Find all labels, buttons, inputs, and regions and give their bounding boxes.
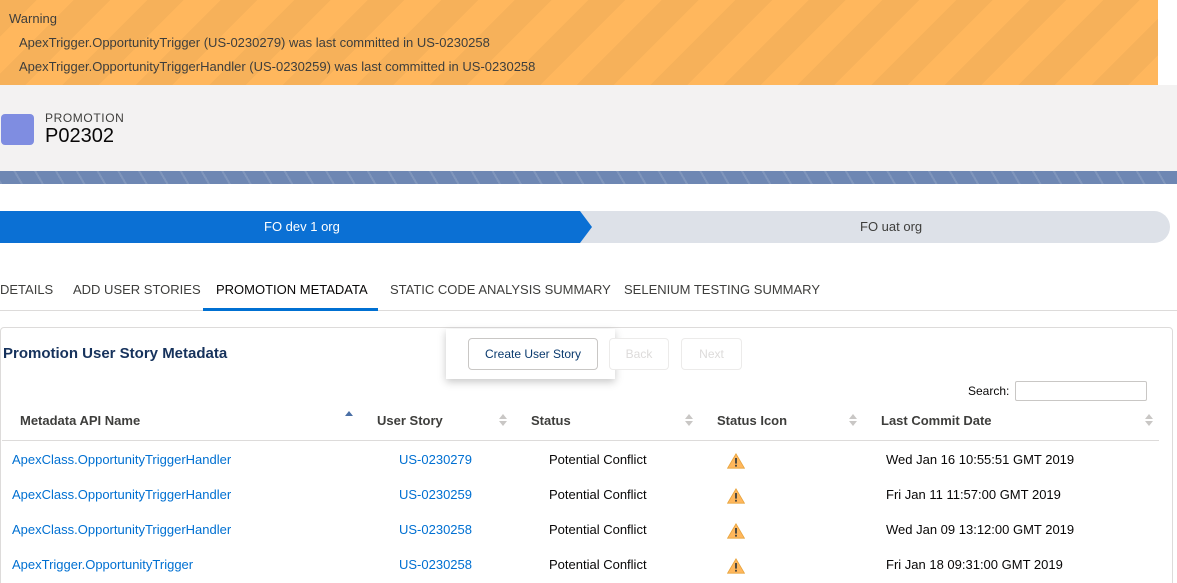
table-row: ApexClass.OpportunityTriggerHandler US-0… xyxy=(0,452,1177,487)
last-commit-date: Fri Jan 18 09:31:00 GMT 2019 xyxy=(886,557,1063,572)
column-header-metadata-api-name[interactable]: Metadata API Name xyxy=(20,413,140,428)
last-commit-date: Wed Jan 16 10:55:51 GMT 2019 xyxy=(886,452,1075,467)
warning-icon xyxy=(727,523,745,539)
warning-message: ApexTrigger.OpportunityTriggerHandler (U… xyxy=(19,59,536,74)
warning-icon xyxy=(727,453,745,469)
record-name: P02302 xyxy=(45,125,114,147)
user-story-link[interactable]: US-0230258 xyxy=(399,522,472,537)
decorative-band xyxy=(0,171,1177,184)
sort-icon[interactable] xyxy=(499,413,507,427)
metadata-api-name-link[interactable]: ApexClass.OpportunityTriggerHandler xyxy=(12,522,231,537)
warning-banner: Warning ApexTrigger.OpportunityTrigger (… xyxy=(0,0,1158,85)
warning-message: ApexTrigger.OpportunityTrigger (US-02302… xyxy=(19,35,490,50)
tab-details[interactable]: DETAILS xyxy=(0,282,53,297)
promotion-path: FO dev 1 org FO uat org xyxy=(0,211,1170,243)
path-stage-label: FO uat org xyxy=(860,219,923,234)
user-story-link[interactable]: US-0230259 xyxy=(399,487,472,502)
column-header-status-icon[interactable]: Status Icon xyxy=(717,413,787,428)
column-header-status[interactable]: Status xyxy=(531,413,571,428)
sort-icon[interactable] xyxy=(685,413,693,427)
user-story-link[interactable]: US-0230258 xyxy=(399,557,472,572)
back-button[interactable]: Back xyxy=(609,338,669,370)
column-header-user-story[interactable]: User Story xyxy=(377,413,443,428)
tab-promotion-metadata[interactable]: PROMOTION METADATA xyxy=(216,282,368,297)
warning-icon xyxy=(727,488,745,504)
status-text: Potential Conflict xyxy=(549,487,647,502)
warning-icon xyxy=(727,558,745,574)
status-text: Potential Conflict xyxy=(549,522,647,537)
status-text: Potential Conflict xyxy=(549,557,647,572)
tab-static-code-analysis-summary[interactable]: STATIC CODE ANALYSIS SUMMARY xyxy=(390,282,611,297)
table-row: ApexClass.OpportunityTriggerHandler US-0… xyxy=(0,487,1177,522)
search-label: Search: xyxy=(968,384,1010,398)
warning-title: Warning xyxy=(9,11,57,26)
search-input[interactable] xyxy=(1015,381,1147,401)
path-stage-label: FO dev 1 org xyxy=(264,219,340,234)
record-header: PROMOTION P02302 xyxy=(0,85,1177,171)
metadata-api-name-link[interactable]: ApexClass.OpportunityTriggerHandler xyxy=(12,452,231,467)
next-button[interactable]: Next xyxy=(681,338,742,370)
promotion-record-icon xyxy=(1,114,34,145)
create-user-story-button[interactable]: Create User Story xyxy=(468,338,598,370)
sort-icon[interactable] xyxy=(849,413,857,427)
tab-add-user-stories[interactable]: ADD USER STORIES xyxy=(73,282,201,297)
last-commit-date: Fri Jan 11 11:57:00 GMT 2019 xyxy=(886,487,1061,502)
metadata-api-name-link[interactable]: ApexClass.OpportunityTriggerHandler xyxy=(12,487,231,502)
user-story-link[interactable]: US-0230279 xyxy=(399,452,472,467)
active-tab-indicator xyxy=(203,308,378,311)
last-commit-date: Wed Jan 09 13:12:00 GMT 2019 xyxy=(886,522,1075,537)
table-row: ApexTrigger.OpportunityTrigger US-023025… xyxy=(0,557,1177,583)
sort-icon[interactable] xyxy=(1145,413,1153,427)
table-row: ApexClass.OpportunityTriggerHandler US-0… xyxy=(0,522,1177,557)
record-type-label: PROMOTION xyxy=(45,111,125,125)
record-tabs: DETAILS ADD USER STORIES PROMOTION METAD… xyxy=(0,270,1177,311)
table-header-divider xyxy=(2,440,1159,441)
card-title: Promotion User Story Metadata xyxy=(3,345,228,362)
metadata-api-name-link[interactable]: ApexTrigger.OpportunityTrigger xyxy=(12,557,193,572)
column-header-last-commit-date[interactable]: Last Commit Date xyxy=(881,413,992,428)
status-text: Potential Conflict xyxy=(549,452,647,467)
tab-selenium-testing-summary[interactable]: SELENIUM TESTING SUMMARY xyxy=(624,282,820,297)
sort-ascending-icon[interactable] xyxy=(345,410,353,424)
